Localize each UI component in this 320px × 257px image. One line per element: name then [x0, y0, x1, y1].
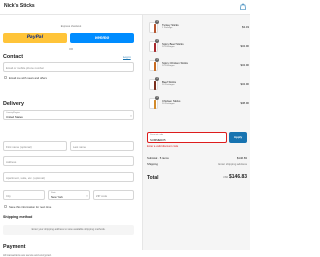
cart-item: 1 Chicken Sticks 10 Packages $38.90 [149, 96, 249, 112]
item-price: $38.90 [240, 101, 249, 105]
quantity-badge: 1 [155, 20, 159, 24]
state-value: New York [51, 195, 63, 199]
shipping-message: Enter your shipping address to view avai… [3, 225, 134, 235]
subtotal-value: $146.83 [236, 156, 247, 160]
last-name-field[interactable]: Last name [70, 141, 134, 151]
apply-button[interactable]: Apply [229, 132, 247, 143]
shipping-label: Shipping [147, 162, 158, 166]
shipping-value: Enter shipping address [218, 162, 247, 166]
chevron-down-icon [86, 195, 88, 197]
subtotal-row: Subtotal · 5 items $146.83 [147, 156, 247, 160]
cart-item: 1 Beef Sticks 10 Packages $34.90 [149, 77, 249, 93]
paypal-button[interactable]: PayPal [3, 33, 67, 43]
quantity-badge: 1 [155, 58, 159, 62]
news-checkbox-label: Email me with news and offers [9, 76, 47, 80]
discount-code-input[interactable]: Discount code SUMMER25 [147, 132, 227, 143]
product-stick [153, 43, 156, 52]
shopping-bag-icon[interactable] [240, 3, 246, 10]
product-stick [153, 24, 156, 33]
item-price: $34.90 [240, 82, 249, 86]
store-name[interactable]: Nick's Sticks [4, 3, 35, 9]
item-desc: 1 Package [162, 27, 173, 29]
zip-placeholder: ZIP code [96, 194, 108, 198]
shipping-row: Shipping Enter shipping address [147, 162, 247, 166]
or-divider: OR [69, 48, 73, 51]
chevron-down-icon [130, 115, 132, 117]
news-checkbox[interactable] [4, 76, 7, 79]
product-stick [153, 62, 156, 71]
venmo-button[interactable]: venmo [70, 33, 134, 43]
product-stick [153, 100, 156, 109]
save-info-label: Save this information for next time [9, 205, 52, 209]
quantity-badge: 1 [155, 96, 159, 100]
address-field[interactable]: Address [3, 156, 134, 166]
first-name-field[interactable]: First name (optional) [3, 141, 67, 151]
payment-heading: Payment [3, 244, 26, 250]
state-select[interactable]: State New York [48, 190, 90, 200]
quantity-badge: 1 [155, 39, 159, 43]
product-stick [153, 81, 156, 90]
save-info-checkbox[interactable] [4, 205, 7, 208]
checkout-form: Express checkout PayPal venmo OR Contact… [0, 15, 142, 257]
total-label: Total [147, 175, 159, 181]
zip-field[interactable]: ZIP code [93, 190, 134, 200]
apartment-placeholder: Apartment, suite, etc. (optional) [6, 176, 45, 180]
discount-error: Enter a valid discount code [147, 145, 179, 148]
first-name-placeholder: First name (optional) [6, 145, 32, 149]
city-placeholder: City [6, 194, 11, 198]
discount-value: SUMMER25 [150, 137, 166, 142]
item-price: $34.90 [240, 63, 249, 67]
login-link[interactable]: Log in [123, 55, 131, 59]
email-field[interactable]: Email or mobile phone number [3, 62, 134, 72]
country-select[interactable]: Country/Region United States [3, 110, 134, 120]
country-value: United States [6, 115, 23, 119]
contact-heading: Contact [3, 54, 24, 60]
order-summary: 1 Turkey Sticks 1 Package $3.49 1 Spicy … [142, 15, 250, 250]
quantity-badge: 1 [155, 77, 159, 81]
item-desc: 10 Packages [162, 103, 175, 105]
last-name-placeholder: Last name [73, 145, 87, 149]
apartment-field[interactable]: Apartment, suite, etc. (optional) [3, 172, 134, 182]
total-value: $146.83 [229, 174, 248, 180]
item-price: $34.90 [240, 44, 249, 48]
email-placeholder: Email or mobile phone number [6, 66, 45, 70]
discount-label: Discount code [150, 134, 164, 136]
item-desc: 10 Packages [162, 65, 175, 67]
delivery-heading: Delivery [3, 101, 24, 107]
address-placeholder: Address [6, 160, 17, 164]
item-price: $3.49 [242, 25, 249, 29]
header: Nick's Sticks [0, 0, 250, 15]
total-currency: USD [223, 176, 229, 179]
cart-item: 1 Spicy Beef Sticks 10 Packages $34.90 [149, 39, 249, 55]
subtotal-label: Subtotal · 5 items [147, 156, 169, 160]
city-field[interactable]: City [3, 190, 45, 200]
cart-item: 1 Spicy Chicken Sticks 10 Packages $34.9… [149, 58, 249, 74]
shipping-heading: Shipping method [3, 215, 33, 219]
express-checkout-label: Express checkout [60, 25, 82, 28]
item-desc: 10 Packages [162, 46, 175, 48]
item-desc: 10 Packages [162, 84, 175, 86]
cart-item: 1 Turkey Sticks 1 Package $3.49 [149, 20, 249, 36]
